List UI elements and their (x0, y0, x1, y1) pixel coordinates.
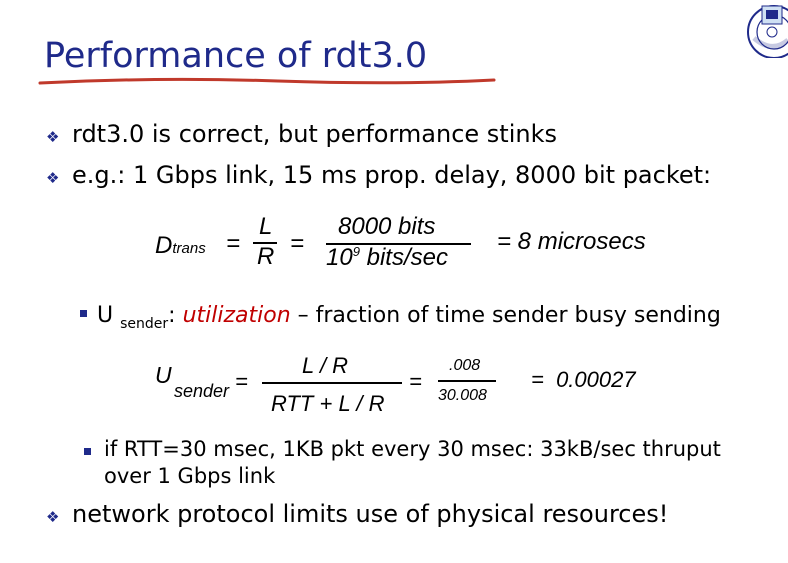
square-bullet-icon (84, 448, 91, 455)
bullet-item: ❖ network protocol limits use of physical… (46, 500, 668, 528)
dtrans-denominator-1: R (257, 243, 275, 270)
highlighted-term: utilization (182, 303, 291, 328)
usender-equals-2: = (409, 369, 422, 394)
dtrans-numerator-2: 8000 bits (338, 213, 436, 240)
usender-lhs: U (155, 362, 172, 388)
usender-lhs-subscript: sender (174, 381, 230, 401)
usender-result: = 0.00027 (531, 367, 636, 392)
bullet-item: ❖ e.g.: 1 Gbps link, 15 ms prop. delay, 8… (46, 161, 711, 189)
usender-denominator-2: 30.008 (438, 387, 487, 404)
dtrans-lhs-subscript: trans (172, 240, 206, 257)
dtrans-lhs: Dtrans (155, 232, 206, 259)
square-bullet-icon (80, 309, 87, 317)
usender-numerator-1: L / R (302, 353, 349, 378)
bullet-text: rdt3.0 is correct, but performance stink… (72, 120, 557, 148)
bullet-text: e.g.: 1 Gbps link, 15 ms prop. delay, 80… (72, 161, 712, 189)
dtrans-result: = 8 microsecs (497, 228, 646, 255)
diamond-bullet-icon: ❖ (46, 508, 60, 526)
bullet-text: network protocol limits use of physical … (72, 500, 669, 528)
usender-equals-1: = (235, 369, 248, 394)
bullet-item: ❖ rdt3.0 is correct, but performance stin… (46, 120, 557, 148)
dtrans-equals-1: = (226, 230, 241, 257)
title-underline (38, 77, 496, 85)
fraction-bar (438, 380, 496, 382)
dtrans-numerator-1: L (259, 213, 273, 240)
sub-bullet-item: if RTT=30 msec, 1KB pkt every 30 msec: 3… (84, 436, 774, 490)
university-seal-logo (747, 5, 788, 58)
usender-denominator-1: RTT + L / R (271, 391, 385, 416)
dtrans-denominator-2: 109 bits/sec (326, 244, 448, 271)
diamond-bullet-icon: ❖ (46, 169, 60, 187)
sub-bullet-item: U sender: utilization – fraction of time… (80, 303, 721, 332)
diamond-bullet-icon: ❖ (46, 128, 60, 146)
dtrans-equals-2: = (290, 230, 305, 257)
slide-title: Performance of rdt3.0 (44, 36, 428, 76)
fraction-bar (262, 382, 402, 384)
usender-numerator-2: .008 (449, 357, 481, 374)
